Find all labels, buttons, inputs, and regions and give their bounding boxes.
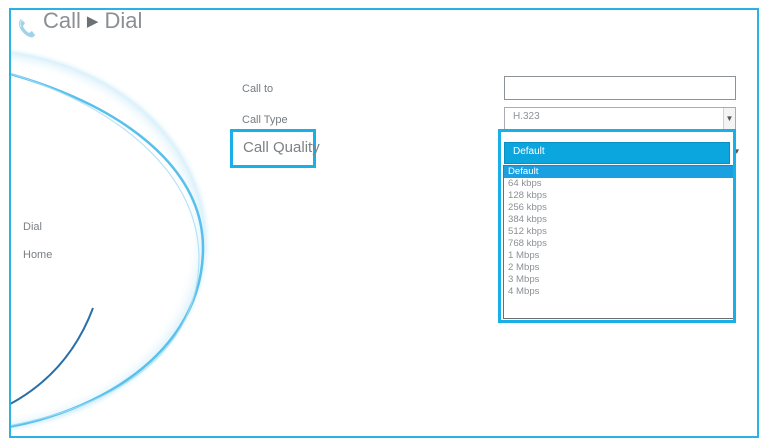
call-quality-option[interactable]: 3 Mbps: [504, 274, 735, 286]
call-quality-option[interactable]: 256 kbps: [504, 202, 735, 214]
call-quality-option[interactable]: 1 Mbps: [504, 250, 735, 262]
call-quality-option[interactable]: 384 kbps: [504, 214, 735, 226]
call-to-label: Call to: [242, 83, 274, 95]
call-quality-option[interactable]: 64 kbps: [504, 178, 735, 190]
phone-icon: [18, 19, 35, 38]
options-scrollbar[interactable]: [734, 165, 736, 319]
call-quality-value: Default: [513, 146, 545, 157]
decorative-orb: [11, 48, 211, 432]
page-header: Call ▶ Dial: [11, 10, 757, 50]
nav-item-home[interactable]: Home: [23, 249, 52, 261]
call-type-label: Call Type: [242, 114, 288, 126]
breadcrumb-separator-icon: ▶: [86, 13, 99, 30]
call-quality-options[interactable]: Default 64 kbps 128 kbps 256 kbps 384 kbps 51…: [503, 165, 736, 319]
call-type-select[interactable]: H.323 ▼: [504, 107, 736, 131]
call-type-value: H.323: [513, 111, 540, 122]
call-to-input[interactable]: [504, 76, 736, 100]
chevron-down-icon[interactable]: ▾: [734, 146, 739, 157]
breadcrumb-page: Dial: [104, 8, 143, 33]
call-quality-label: Call Quality: [243, 139, 320, 156]
call-quality-option[interactable]: 128 kbps: [504, 190, 735, 202]
breadcrumb-section[interactable]: Call: [43, 10, 81, 34]
call-quality-option[interactable]: 4 Mbps: [504, 286, 735, 298]
call-quality-option[interactable]: Default: [504, 166, 735, 178]
dial-page-frame: Call ▶ Dial Dial Home Call to Call Type …: [9, 8, 759, 438]
nav-item-dial[interactable]: Dial: [23, 221, 42, 233]
chevron-down-icon[interactable]: ▼: [723, 108, 735, 130]
call-quality-option[interactable]: 2 Mbps: [504, 262, 735, 274]
call-quality-option[interactable]: 512 kbps: [504, 226, 735, 238]
breadcrumb: Call ▶ Dial: [43, 8, 143, 34]
call-quality-highlight: Call Quality: [230, 129, 320, 168]
call-quality-select[interactable]: Default ▾: [504, 142, 739, 164]
call-quality-option[interactable]: 768 kbps: [504, 238, 735, 250]
